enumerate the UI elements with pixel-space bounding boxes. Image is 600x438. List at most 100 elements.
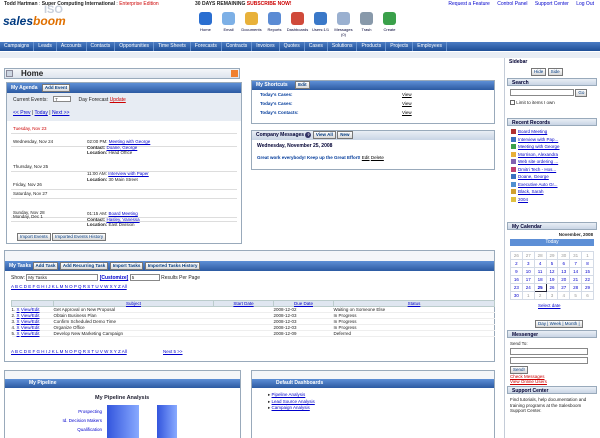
- calendar-day[interactable]: 6: [557, 259, 571, 268]
- current-events-input[interactable]: 7: [53, 96, 72, 102]
- calendar-today-button[interactable]: Today: [510, 239, 594, 246]
- today-link[interactable]: Today: [35, 110, 48, 116]
- calendar-day[interactable]: 20: [557, 275, 571, 284]
- shortcut-view-link[interactable]: View: [402, 99, 412, 108]
- recent-record-link[interactable]: Board Meeting: [518, 129, 547, 134]
- search-go-button[interactable]: Go: [575, 89, 588, 97]
- recent-record[interactable]: Black, Sarah: [511, 188, 593, 196]
- toolbar-createbutton[interactable]: Create: [378, 12, 401, 40]
- nav-tab-contracts[interactable]: Contracts: [222, 42, 253, 51]
- recent-record[interactable]: Doane, George: [511, 173, 593, 181]
- imported-tasks-history-button[interactable]: Imported Tasks History: [144, 262, 201, 270]
- select-date-link[interactable]: Select date: [538, 303, 561, 308]
- collapse-icon[interactable]: [6, 70, 13, 77]
- delete-message-link[interactable]: Delete: [371, 155, 384, 160]
- calendar-day[interactable]: 29: [545, 251, 559, 260]
- nav-tab-leads[interactable]: Leads: [34, 42, 57, 51]
- recent-record-link[interactable]: Morrison, Alexandra: [518, 152, 558, 157]
- shortcut-view-link[interactable]: View: [402, 90, 412, 99]
- calendar-day[interactable]: 26: [510, 251, 523, 260]
- limit-checkbox[interactable]: [510, 100, 515, 106]
- calendar-day[interactable]: 23: [510, 283, 523, 292]
- nav-tab-time-sheets[interactable]: Time Sheets: [154, 42, 191, 51]
- toolbar-messages-0-button[interactable]: Messages (0): [332, 12, 355, 40]
- recent-record[interactable]: Web site ordering ...: [511, 158, 593, 166]
- calendar-day[interactable]: 1: [581, 251, 594, 260]
- dashboard-link[interactable]: Pipeline Analysis: [272, 392, 306, 397]
- customize-link[interactable]: [Customize]: [100, 275, 129, 281]
- import-tasks-button[interactable]: Import Tasks: [109, 262, 144, 270]
- edition-link[interactable]: Enterprise Edition: [119, 1, 158, 7]
- calendar-day[interactable]: 2: [510, 259, 523, 268]
- view-edit-task-link[interactable]: View/Edit: [21, 313, 40, 318]
- support-center-link[interactable]: Support Center: [535, 1, 569, 7]
- per-page-select[interactable]: 5: [129, 274, 160, 281]
- toolbar-reportsbutton[interactable]: Reports: [263, 12, 286, 40]
- delete-task-link[interactable]: X: [17, 307, 20, 312]
- request-feature-link[interactable]: Request a Feature: [448, 1, 489, 7]
- control-panel-link[interactable]: Control Panel: [497, 1, 527, 7]
- dashboard-link[interactable]: Lead Source Analysis: [272, 399, 315, 404]
- calendar-day[interactable]: 19: [545, 275, 559, 284]
- logout-link[interactable]: Log Out: [576, 1, 594, 7]
- calendar-day[interactable]: 3: [545, 291, 559, 300]
- side-button[interactable]: Side: [547, 68, 563, 76]
- event-title-link[interactable]: Interview with Paper: [108, 171, 149, 176]
- recent-record-link[interactable]: Doane, George: [518, 174, 549, 179]
- toolbar-dashboardsbutton[interactable]: Dashboards: [286, 12, 309, 40]
- recent-record-link[interactable]: Executive Auto Gr...: [518, 182, 558, 187]
- edit-message-link[interactable]: Edit: [362, 155, 370, 160]
- nav-tab-quotes[interactable]: Quotes: [280, 42, 305, 51]
- recent-record[interactable]: Morrison, Alexandra: [511, 151, 593, 159]
- toolbar-trashbutton[interactable]: Trash: [355, 12, 378, 40]
- recent-record[interactable]: Meeting with George: [511, 143, 593, 151]
- search-input[interactable]: [510, 89, 574, 97]
- calendar-day[interactable]: 16: [510, 275, 523, 284]
- recent-record[interactable]: Interview with Pap...: [511, 136, 593, 144]
- recent-record-link[interactable]: Black, Sarah: [518, 189, 544, 194]
- recent-record[interactable]: Board Meeting: [511, 128, 593, 136]
- calendar-day[interactable]: 7: [569, 259, 583, 268]
- message-input[interactable]: [510, 357, 588, 364]
- view-edit-task-link[interactable]: View/Edit: [21, 319, 40, 324]
- calendar-day[interactable]: 14: [569, 267, 583, 276]
- recent-record-link[interactable]: Dmitri Tech - Hos...: [518, 167, 556, 172]
- calendar-day[interactable]: 21: [569, 275, 583, 284]
- calendar-day[interactable]: 30: [510, 291, 523, 300]
- nav-tab-opportunities[interactable]: Opportunities: [115, 42, 154, 51]
- add-task-button[interactable]: Add Task: [32, 262, 59, 270]
- view-online-users-link[interactable]: View Online Users: [510, 379, 594, 384]
- calendar-day[interactable]: 5: [569, 291, 583, 300]
- subscribe-link[interactable]: SUBSCRIBE NOW!: [247, 1, 292, 7]
- calendar-day[interactable]: 9: [510, 267, 523, 276]
- toolbar-homebutton[interactable]: Home: [194, 12, 217, 40]
- show-select[interactable]: My Tasks: [26, 274, 99, 281]
- calendar-day[interactable]: 29: [581, 283, 594, 292]
- nav-tab-projects[interactable]: Projects: [386, 42, 414, 51]
- calendar-day[interactable]: 28: [569, 283, 583, 292]
- nav-tab-solutions[interactable]: Solutions: [328, 42, 358, 51]
- alpha-filter-top[interactable]: A B C D E F G H I J K L M N O P Q R S T …: [5, 284, 494, 289]
- view-edit-task-link[interactable]: View/Edit: [21, 331, 40, 336]
- calendar-day[interactable]: 10: [521, 267, 535, 276]
- calendar-day[interactable]: 27: [557, 283, 571, 292]
- next-link[interactable]: Next >>: [52, 110, 70, 116]
- dashboard-item[interactable]: ▸ Campaign Analysis: [268, 405, 486, 412]
- calendar-day[interactable]: 30: [557, 251, 571, 260]
- view-edit-task-link[interactable]: View/Edit: [21, 325, 40, 330]
- nav-tab-campaigns[interactable]: Campaigns: [0, 42, 35, 51]
- toolbar-documentsbutton[interactable]: Documents: [240, 12, 263, 40]
- calendar-day[interactable]: 2: [533, 291, 547, 300]
- shortcut-view-link[interactable]: View: [402, 108, 412, 117]
- calendar-day[interactable]: 15: [581, 267, 594, 276]
- nav-tab-products[interactable]: Products: [357, 42, 387, 51]
- calendar-day[interactable]: 4: [557, 291, 571, 300]
- calendar-day[interactable]: 25: [533, 283, 547, 292]
- calendar-day[interactable]: 12: [545, 267, 559, 276]
- nav-tab-accounts[interactable]: Accounts: [57, 42, 87, 51]
- calendar-day[interactable]: 8: [581, 259, 594, 268]
- event-title-link[interactable]: Board Meeting: [109, 211, 138, 216]
- help-icon[interactable]: ?: [305, 132, 312, 138]
- nav-tab-cases[interactable]: Cases: [305, 42, 328, 51]
- calendar-day[interactable]: 11: [533, 267, 547, 276]
